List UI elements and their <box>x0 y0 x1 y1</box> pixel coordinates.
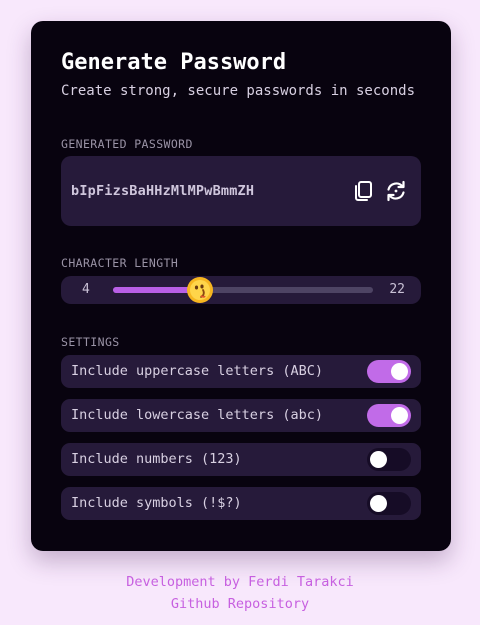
toggle-knob <box>391 363 408 380</box>
password-value[interactable]: bIpFizsBaHHzMlMPwBmmZH <box>71 156 254 226</box>
generated-password-label: GENERATED PASSWORD <box>61 137 193 151</box>
length-slider-track[interactable] <box>113 277 373 303</box>
setting-lowercase: Include lowercase letters (abc) <box>61 399 421 432</box>
page-subtitle: Create strong, secure passwords in secon… <box>61 83 416 99</box>
github-repository-link[interactable]: Github Repository <box>171 596 309 612</box>
footer-credit: Development by Ferdi Tarakci <box>126 574 354 590</box>
length-min-value: 4 <box>82 282 90 297</box>
password-generator-card: Generate Password Create strong, secure … <box>31 21 451 551</box>
toggle-knob <box>391 407 408 424</box>
settings-label: SETTINGS <box>61 335 120 349</box>
setting-label: Include symbols (!$?) <box>71 495 242 511</box>
character-length-control: 4 22 <box>61 276 421 304</box>
setting-uppercase: Include uppercase letters (ABC) <box>61 355 421 388</box>
character-length-label: CHARACTER LENGTH <box>61 256 179 270</box>
setting-numbers: Include numbers (123) <box>61 443 421 476</box>
copy-icon[interactable] <box>351 179 375 203</box>
page-title: Generate Password <box>61 50 287 75</box>
setting-label: Include uppercase letters (ABC) <box>71 363 323 379</box>
setting-label: Include numbers (123) <box>71 451 242 467</box>
uppercase-toggle[interactable] <box>367 360 411 383</box>
footer-repo: Github Repository <box>0 594 480 614</box>
refresh-icon[interactable] <box>384 179 408 203</box>
length-max-value: 22 <box>389 282 405 297</box>
toggle-knob <box>370 451 387 468</box>
lowercase-toggle[interactable] <box>367 404 411 427</box>
setting-label: Include lowercase letters (abc) <box>71 407 323 423</box>
symbols-toggle[interactable] <box>367 492 411 515</box>
emoji-face-icon[interactable] <box>186 276 214 304</box>
password-display: bIpFizsBaHHzMlMPwBmmZH <box>61 156 421 226</box>
toggle-knob <box>370 495 387 512</box>
numbers-toggle[interactable] <box>367 448 411 471</box>
setting-symbols: Include symbols (!$?) <box>61 487 421 520</box>
